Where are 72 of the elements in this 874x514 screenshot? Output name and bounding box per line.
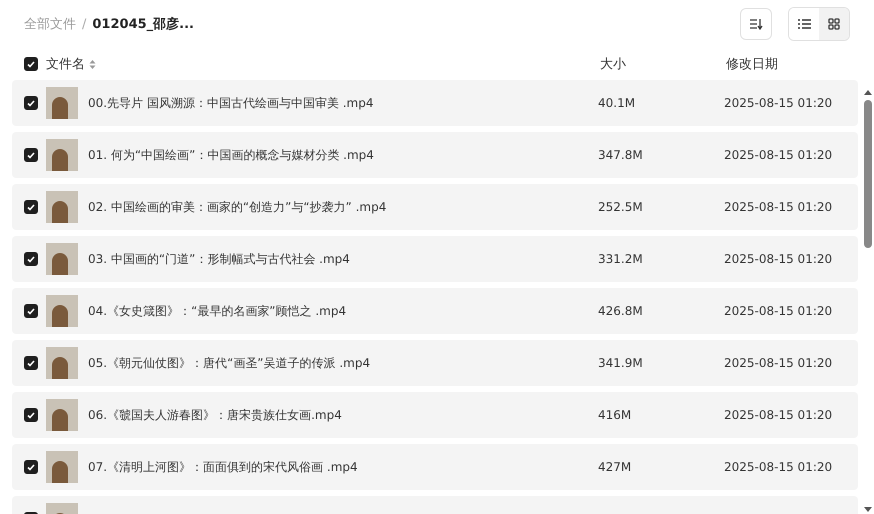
file-size: 40.1M: [598, 96, 636, 110]
check-icon: [27, 100, 35, 106]
checkbox[interactable]: [24, 252, 38, 266]
file-row[interactable]: 02. 中国绘画的审美：画家的“创造力”与“抄袭力” .mp4 252.5M 2025-08-15 01:20: [12, 184, 858, 230]
modified-date: 2025-08-15 01:20: [724, 200, 832, 214]
check-icon: [27, 256, 35, 262]
video-thumbnail: [46, 191, 78, 223]
video-thumbnail: [46, 295, 78, 327]
check-icon: [27, 308, 35, 314]
file-row[interactable]: 07.《清明上河图》：面面俱到的宋代风俗画 .mp4 427M 2025-08-15 01:20: [12, 444, 858, 490]
column-header[interactable]: 大小: [600, 55, 626, 73]
file-name: 07.《清明上河图》：面面俱到的宋代风俗画 .mp4: [88, 458, 359, 476]
check-icon: [27, 360, 35, 366]
sort-icon: [749, 18, 763, 30]
video-thumbnail: [46, 451, 78, 483]
scroll-up-arrow-icon[interactable]: [863, 88, 873, 96]
checkbox[interactable]: [24, 96, 38, 110]
file-size: 347.8M: [598, 148, 644, 162]
check-icon: [27, 464, 35, 470]
checkbox[interactable]: [24, 148, 38, 162]
list-view-icon: [798, 19, 810, 29]
video-thumbnail: [46, 347, 78, 379]
video-thumbnail: [46, 399, 78, 431]
file-name: 04.《女史箴图》：“最早的名画家”顾恺之 .mp4: [88, 302, 348, 320]
file-row[interactable]: 05.《朝元仙仗图》：唐代“画圣”吴道子的传派 .mp4 341.9M 2025-08-15 01:20: [12, 340, 858, 386]
scroll-thumb[interactable]: [864, 100, 872, 248]
file-name: 06.《虢国夫人游春图》：唐宋贵族仕女画.mp4: [88, 406, 343, 424]
modified-date: 2025-08-15 01:20: [724, 460, 832, 474]
modified-date: 2025-08-15 01:20: [724, 356, 832, 370]
checkbox[interactable]: [24, 460, 38, 474]
file-row[interactable]: 06.《虢国夫人游春图》：唐宋贵族仕女画.mp4 416M 2025-08-15 01:20: [12, 392, 858, 438]
file-name: 05.《朝元仙仗图》：唐代“画圣”吴道子的传派 .mp4: [88, 354, 372, 372]
file-name: 00.先导片 国风溯源：中国古代绘画与中国审美 .mp4: [88, 94, 374, 112]
file-name: 02. 中国绘画的审美：画家的“创造力”与“抄袭力” .mp4: [88, 198, 388, 216]
checkbox[interactable]: [24, 200, 38, 214]
grid-view-button[interactable]: [819, 8, 849, 40]
column-header[interactable]: 修改日期: [726, 55, 778, 73]
file-row[interactable]: 01. 何为“中国绘画”：中国画的概念与媒材分类 .mp4 347.8M 2025-08-15 01:20: [12, 132, 858, 178]
checkbox[interactable]: [24, 408, 38, 422]
grid-view-icon: [828, 18, 840, 30]
file-size: 416M: [598, 408, 632, 422]
video-thumbnail: [46, 139, 78, 171]
sort-arrows-icon[interactable]: [89, 58, 96, 70]
file-size: 341.9M: [598, 356, 644, 370]
video-thumbnail: [46, 87, 78, 119]
modified-date: 2025-08-15 01:20: [724, 252, 832, 266]
checkbox[interactable]: [24, 57, 38, 71]
file-row[interactable]: 03. 中国画的“门道”：形制幅式与古代社会 .mp4 331.2M 2025-08-15 01:20: [12, 236, 858, 282]
check-icon: [27, 204, 35, 210]
modified-date: 2025-08-15 01:20: [724, 148, 832, 162]
check-icon: [27, 412, 35, 418]
file-row[interactable]: 04.《女史箴图》：“最早的名画家”顾恺之 .mp4 426.8M 2025-08-15 01:20: [12, 288, 858, 334]
scroll-down-arrow-icon[interactable]: [863, 506, 873, 514]
column-header[interactable]: 文件名: [46, 55, 96, 73]
file-name: 03. 中国画的“门道”：形制幅式与古代社会 .mp4: [88, 250, 351, 268]
file-size: 331.2M: [598, 252, 644, 266]
checkbox[interactable]: [24, 304, 38, 318]
check-icon: [27, 152, 35, 158]
file-size: 427M: [598, 460, 632, 474]
breadcrumb-separator: /: [82, 16, 86, 32]
file-row[interactable]: 00.先导片 国风溯源：中国古代绘画与中国审美 .mp4 40.1M 2025-08-15 01:20: [12, 80, 858, 126]
breadcrumb-item: 012045_邵彦...: [92, 16, 194, 33]
file-name: 01. 何为“中国绘画”：中国画的概念与媒材分类 .mp4: [88, 146, 375, 164]
checkbox[interactable]: [24, 356, 38, 370]
file-size: 252.5M: [598, 200, 644, 214]
modified-date: 2025-08-15 01:20: [724, 304, 832, 318]
check-icon: [27, 60, 35, 68]
modified-date: 2025-08-15 01:20: [724, 96, 832, 110]
video-thumbnail: [46, 243, 78, 275]
file-size: 426.8M: [598, 304, 644, 318]
sort-button[interactable]: [740, 8, 772, 40]
modified-date: 2025-08-15 01:20: [724, 408, 832, 422]
